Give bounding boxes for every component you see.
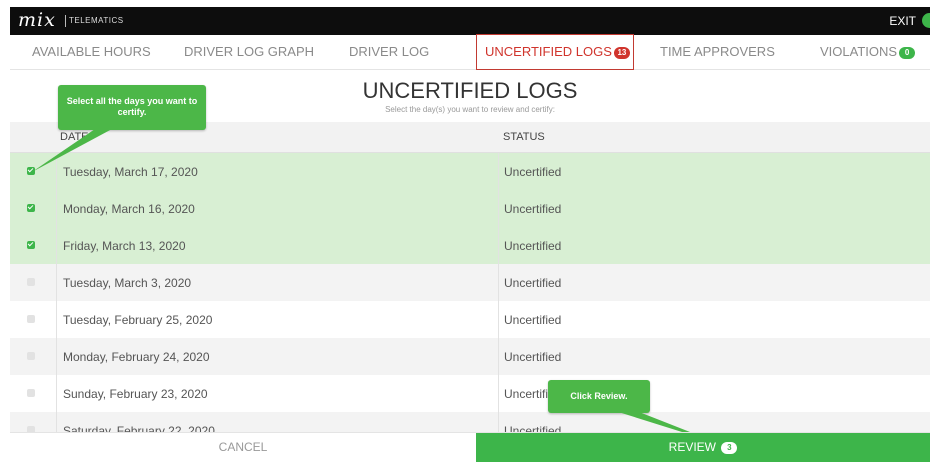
- row-checkbox[interactable]: [27, 241, 35, 249]
- tab-uncertified-logs[interactable]: UNCERTIFIED LOGS 13: [476, 34, 634, 70]
- column-divider: [498, 301, 499, 338]
- row-status: Uncertified: [504, 239, 562, 253]
- table-row[interactable]: Tuesday, February 25, 2020 Uncertified: [10, 301, 930, 338]
- table-row[interactable]: Monday, February 24, 2020 Uncertified: [10, 338, 930, 375]
- column-divider: [56, 264, 57, 301]
- row-date: Friday, March 13, 2020: [63, 239, 186, 253]
- footer-bar: CANCEL REVIEW 3: [10, 432, 930, 462]
- review-button[interactable]: REVIEW 3: [476, 433, 930, 462]
- column-divider: [498, 375, 499, 412]
- review-count-badge: 3: [721, 441, 738, 454]
- column-divider: [56, 301, 57, 338]
- tab-available-hours[interactable]: AVAILABLE HOURS: [32, 35, 151, 69]
- tab-violations[interactable]: VIOLATIONS 0: [820, 35, 916, 69]
- column-divider: [56, 227, 57, 264]
- tab-bar: AVAILABLE HOURS DRIVER LOG GRAPH DRIVER …: [10, 34, 930, 70]
- column-divider: [56, 338, 57, 375]
- exit-indicator: [922, 13, 930, 28]
- tab-label: AVAILABLE HOURS: [32, 44, 151, 59]
- column-divider: [498, 264, 499, 301]
- column-divider: [56, 375, 57, 412]
- row-checkbox[interactable]: [27, 204, 35, 212]
- brand-product-label: TELEMATICS: [69, 16, 124, 25]
- tab-label: DRIVER LOG GRAPH: [184, 44, 315, 59]
- row-date: Tuesday, March 3, 2020: [63, 276, 192, 290]
- table-row[interactable]: Friday, March 13, 2020 Uncertified: [10, 227, 930, 264]
- tab-label: VIOLATIONS: [820, 44, 898, 59]
- row-date: Monday, February 24, 2020: [63, 350, 210, 364]
- click-review-callout: Click Review.: [548, 380, 650, 413]
- row-checkbox[interactable]: [27, 278, 35, 286]
- row-status: Uncertified: [504, 276, 562, 290]
- row-checkbox[interactable]: [27, 389, 35, 397]
- row-date: Tuesday, February 25, 2020: [63, 313, 213, 327]
- tab-driver-log-graph[interactable]: DRIVER LOG GRAPH: [184, 35, 314, 69]
- cancel-button[interactable]: CANCEL: [10, 433, 476, 462]
- uncertified-count-badge: 13: [613, 46, 630, 59]
- column-divider: [498, 153, 499, 190]
- tab-time-approvers[interactable]: TIME APPROVERS: [660, 35, 775, 69]
- status-column-header: STATUS: [503, 131, 545, 143]
- row-date: Tuesday, March 17, 2020: [63, 165, 198, 179]
- violations-count-badge: 0: [899, 46, 916, 59]
- row-checkbox[interactable]: [27, 167, 35, 175]
- tab-driver-log[interactable]: DRIVER LOG: [349, 35, 429, 69]
- row-status: Uncertified: [504, 313, 562, 327]
- row-status: Uncertified: [504, 165, 562, 179]
- table-row[interactable]: Monday, March 16, 2020 Uncertified: [10, 190, 930, 227]
- callout-text: Select all the days you want to certify.: [66, 96, 198, 117]
- column-divider: [498, 190, 499, 227]
- tab-label: TIME APPROVERS: [660, 44, 775, 59]
- row-status: Uncertified: [504, 350, 562, 364]
- table-row[interactable]: Sunday, February 23, 2020 Uncertified: [10, 375, 930, 412]
- column-divider: [498, 338, 499, 375]
- row-date: Monday, March 16, 2020: [63, 202, 195, 216]
- select-days-callout: Select all the days you want to certify.: [58, 85, 206, 130]
- tab-label: DRIVER LOG: [349, 44, 430, 59]
- top-bar: mix TELEMATICS EXIT: [10, 7, 930, 35]
- row-checkbox[interactable]: [27, 352, 35, 360]
- row-checkbox[interactable]: [27, 315, 35, 323]
- tab-label: UNCERTIFIED LOGS: [485, 44, 612, 59]
- column-divider: [56, 190, 57, 227]
- review-label: REVIEW: [668, 440, 716, 454]
- column-divider: [56, 153, 57, 190]
- table-row[interactable]: Tuesday, March 3, 2020 Uncertified: [10, 264, 930, 301]
- row-date: Sunday, February 23, 2020: [63, 387, 208, 401]
- table-row[interactable]: Tuesday, March 17, 2020 Uncertified: [10, 153, 930, 190]
- brand-divider: [65, 15, 66, 27]
- mix-logo: mix: [18, 9, 56, 31]
- column-divider: [498, 227, 499, 264]
- row-status: Uncertified: [504, 202, 562, 216]
- exit-button[interactable]: EXIT: [889, 14, 916, 28]
- date-column-header: DATE: [60, 131, 89, 143]
